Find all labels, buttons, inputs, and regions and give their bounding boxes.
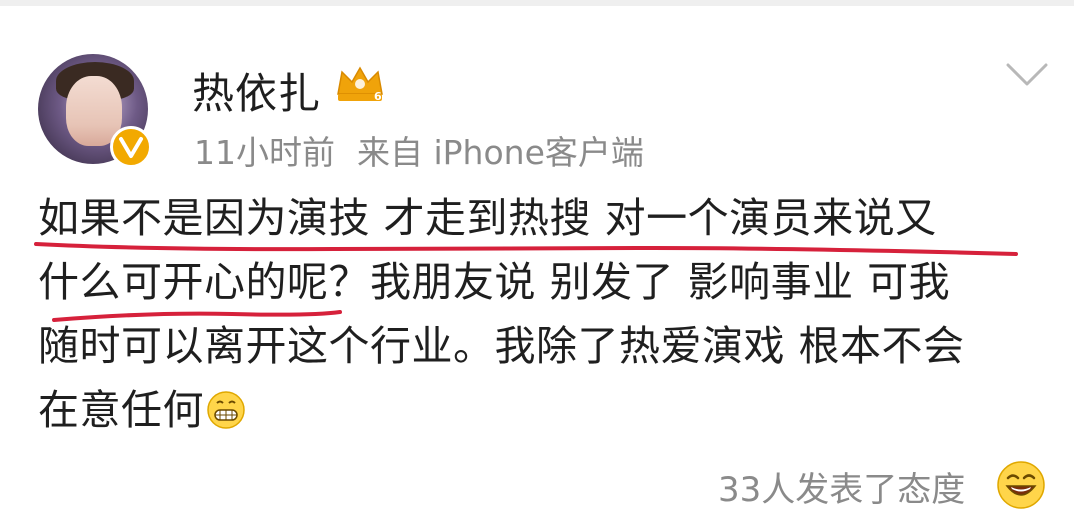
weibo-post: 热依扎 6 11小时前 来自 iPhone客户端 如果不是因为演技 才走到热搜 对… [0, 0, 1074, 519]
verified-v-icon [110, 126, 152, 168]
red-underline-mark [34, 242, 1018, 256]
username[interactable]: 热依扎 [192, 60, 321, 121]
content-line-text: 在意任何 [38, 386, 204, 434]
chevron-down-icon[interactable] [1004, 60, 1050, 90]
post-source[interactable]: 来自 iPhone客户端 [357, 133, 644, 172]
content-line-last: 在意任何 [38, 378, 1048, 442]
svg-text:6: 6 [374, 90, 382, 103]
reaction-count[interactable]: 33人发表了态度 [718, 462, 965, 511]
content-line: 什么可开心的呢？我朋友说 别发了 影响事业 可我 [38, 258, 951, 306]
red-underline-mark [52, 310, 342, 322]
top-divider [0, 0, 1074, 6]
grin-emoji-icon [207, 391, 245, 429]
vip-crown-icon[interactable]: 6 [334, 64, 386, 104]
post-meta: 11小时前 来自 iPhone客户端 [194, 126, 644, 174]
laugh-emoji-icon[interactable] [996, 460, 1046, 510]
post-time: 11小时前 [194, 133, 335, 172]
